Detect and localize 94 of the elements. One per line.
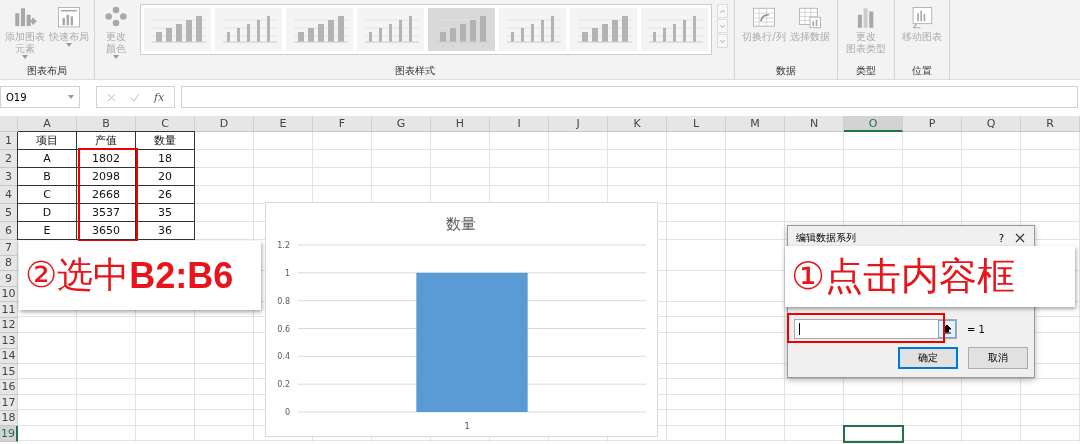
table-cell: 35 — [136, 204, 195, 222]
column-header[interactable]: L — [667, 116, 726, 132]
axis-tick-label: 1 — [284, 268, 290, 278]
table-cell: C — [18, 186, 77, 204]
group-label: 数据 — [776, 64, 796, 78]
table-cell: 数量 — [136, 132, 195, 150]
chart-style-thumbnail[interactable] — [427, 8, 495, 51]
table-cell: 20 — [136, 168, 195, 186]
chart-style-thumbnail[interactable] — [285, 8, 353, 51]
table-cell: D — [18, 204, 77, 222]
column-header[interactable]: N — [785, 116, 844, 132]
column-header[interactable]: E — [254, 116, 313, 132]
group-label: 图表样式 — [394, 64, 435, 78]
caret-icon — [68, 95, 74, 99]
result-text: = 1 — [967, 323, 985, 335]
axis-tick-label: 0 — [284, 408, 290, 417]
chart-style-thumbnail[interactable] — [356, 8, 424, 51]
category-label: 1 — [464, 421, 470, 431]
chart-style-thumbnail[interactable] — [498, 8, 566, 51]
row-header[interactable]: 15 — [0, 364, 18, 380]
column-header[interactable]: F — [313, 116, 372, 132]
expand-gallery-button[interactable] — [716, 34, 728, 48]
table-cell: 3537 — [77, 204, 136, 222]
row-header[interactable]: 7 — [0, 240, 18, 256]
table-chart-icon — [796, 5, 823, 31]
group-label: 位置 — [912, 64, 932, 78]
column-header[interactable]: B — [77, 116, 136, 132]
column-header[interactable]: M — [726, 116, 785, 132]
chart-style-thumbnail[interactable] — [640, 8, 708, 51]
dialog-title: 编辑数据系列 — [796, 231, 857, 245]
callout-label: ②选中B2:B6 — [19, 241, 261, 310]
table-cell: 1802 — [77, 150, 136, 168]
insert-function-button[interactable]: fx — [154, 90, 165, 104]
table-cell: 36 — [136, 222, 195, 240]
column-header[interactable]: I — [490, 116, 549, 132]
chart-title: 数量 — [446, 215, 476, 233]
row-header[interactable]: 3 — [0, 168, 18, 186]
table-cell: 2098 — [77, 168, 136, 186]
column-header[interactable]: H — [431, 116, 490, 132]
axis-tick-label: 0.4 — [277, 352, 290, 362]
help-button[interactable]: ? — [998, 232, 1004, 244]
column-header[interactable]: D — [195, 116, 254, 132]
check-icon[interactable] — [130, 92, 140, 102]
row-header[interactable]: 13 — [0, 333, 18, 349]
table-cell: 18 — [136, 150, 195, 168]
group-label: 图表布局 — [27, 64, 67, 78]
dialog-button[interactable]: 确定 — [898, 347, 958, 369]
row-header[interactable]: 5 — [0, 204, 18, 222]
move-chart-icon — [909, 5, 935, 31]
row-header[interactable]: 17 — [0, 395, 18, 411]
axis-tick-label: 0.6 — [277, 324, 290, 334]
select-all-corner[interactable] — [0, 116, 18, 132]
axis-tick-label: 0.2 — [277, 380, 290, 390]
row-header[interactable]: 11 — [0, 302, 18, 318]
up-arrow-icon — [943, 324, 951, 334]
dialog-button[interactable]: 取消 — [968, 347, 1028, 369]
group-label: 类型 — [856, 64, 876, 78]
cancel-icon[interactable] — [107, 92, 116, 102]
row-header[interactable]: 2 — [0, 150, 18, 168]
callout-label: ①点击内容框 — [785, 246, 1075, 307]
table-cell: 2668 — [77, 186, 136, 204]
column-header[interactable]: J — [549, 116, 608, 132]
table-cell: B — [18, 168, 77, 186]
name-box[interactable]: O19 — [0, 86, 80, 108]
chart-style-thumbnail[interactable] — [143, 8, 211, 51]
row-header[interactable]: 19 — [0, 426, 18, 442]
row-header[interactable]: 4 — [0, 186, 18, 204]
chart-style-thumbnail[interactable] — [569, 8, 637, 51]
scroll-down-button[interactable] — [716, 19, 728, 33]
row-header[interactable]: 9 — [0, 271, 18, 287]
input-field[interactable] — [794, 319, 957, 339]
column-header[interactable]: P — [903, 116, 962, 132]
column-header[interactable]: Q — [962, 116, 1021, 132]
table-cell: 26 — [136, 186, 195, 204]
row-header[interactable]: 1 — [0, 132, 18, 150]
chart-style-thumbnail[interactable] — [214, 8, 282, 51]
scroll-up-button[interactable] — [716, 4, 728, 18]
column-header[interactable]: A — [18, 116, 77, 132]
table-cell: 3650 — [77, 222, 136, 240]
column-header[interactable]: O — [844, 116, 903, 132]
column-header[interactable]: R — [1021, 116, 1080, 132]
formula-input[interactable] — [181, 86, 1078, 108]
layout-icon — [56, 5, 82, 31]
active-cell[interactable] — [844, 426, 903, 442]
axis-tick-label: 1.2 — [277, 241, 290, 250]
axis-tick-label: 0.8 — [277, 296, 290, 306]
table-cell: 项目 — [18, 132, 77, 150]
row-header[interactable]: 6 — [0, 222, 18, 240]
column-header[interactable]: G — [372, 116, 431, 132]
table-cell: E — [18, 222, 77, 240]
column-header[interactable]: C — [136, 116, 195, 132]
close-icon[interactable] — [1014, 232, 1026, 244]
column-header[interactable]: K — [608, 116, 667, 132]
table-cell: A — [18, 150, 77, 168]
